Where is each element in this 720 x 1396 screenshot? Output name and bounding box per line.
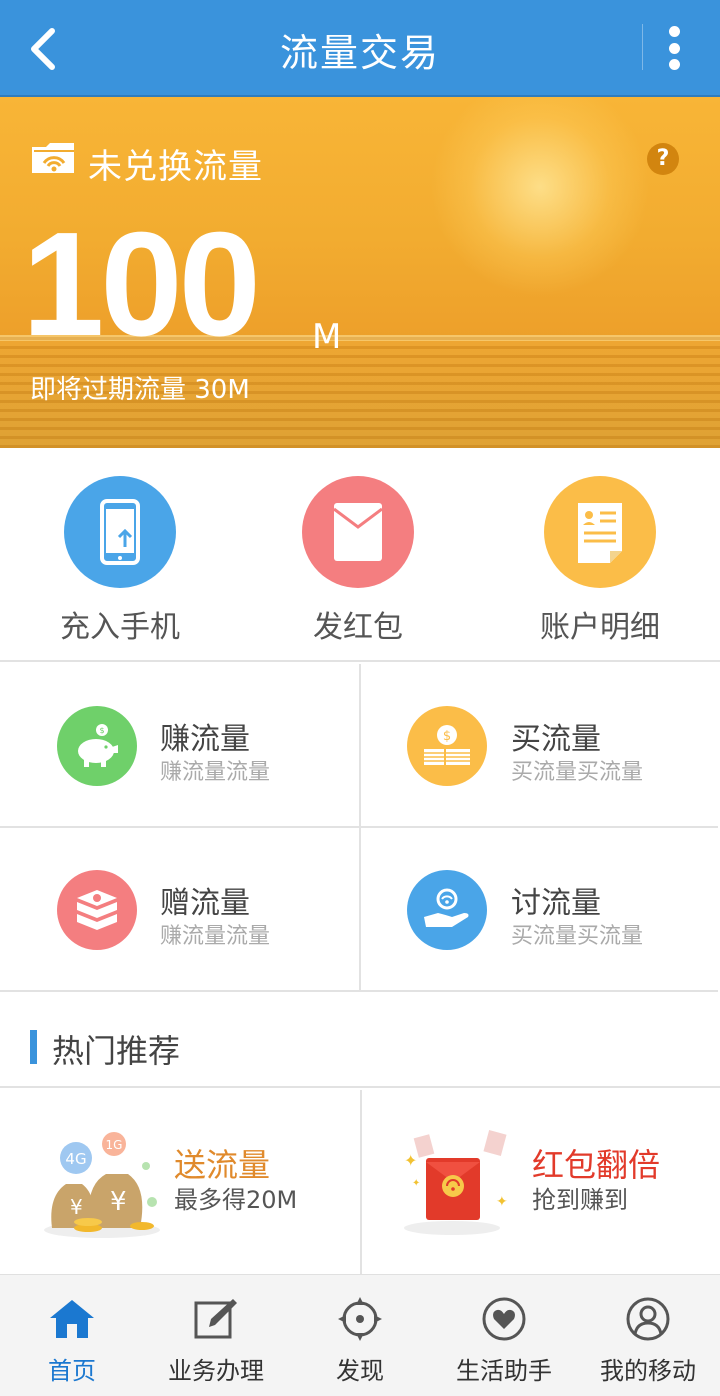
- svg-text:✦: ✦: [412, 1178, 420, 1189]
- send-red-packet-action[interactable]: 发红包: [258, 476, 458, 646]
- help-button[interactable]: ?: [647, 143, 679, 175]
- hot-recommend-header: 热门推荐: [0, 994, 720, 1088]
- piggy-bank-icon: $: [57, 706, 137, 786]
- svg-text:¥: ¥: [110, 1187, 127, 1217]
- heart-icon: [480, 1295, 528, 1343]
- promo-send-flow-subtitle: 最多得20M: [174, 1186, 298, 1214]
- gift-flow-subtitle: 赚流量流量: [160, 924, 271, 949]
- buy-flow-subtitle: 买流量买流量: [511, 760, 644, 785]
- account-details-label: 账户明细: [540, 610, 660, 645]
- badge-1g: 1G: [106, 1138, 123, 1152]
- unredeemed-amount: 100: [22, 202, 261, 367]
- page-title: 流量交易: [279, 31, 440, 75]
- svg-text:✦: ✦: [404, 1151, 417, 1170]
- edit-icon: [192, 1295, 240, 1343]
- tab-business[interactable]: 业务办理: [144, 1275, 288, 1396]
- folder-wifi-icon: [32, 143, 74, 173]
- recharge-phone-action[interactable]: 充入手机: [20, 476, 220, 646]
- red-packet-icon: ✦ ✦ ✦: [404, 1130, 508, 1235]
- tab-discover[interactable]: 发现: [288, 1275, 432, 1396]
- unredeemed-label: 未兑换流量: [88, 147, 263, 187]
- gift-box-icon: [57, 870, 137, 950]
- hot-recommend-title: 热门推荐: [52, 1032, 181, 1070]
- gift-flow-title: 赠流量: [160, 886, 250, 921]
- svg-text:¥: ¥: [70, 1195, 83, 1219]
- top-bar: 流量交易: [0, 0, 720, 97]
- service-grid: $ 赚流量 赚流量流量 $ 买流量 买流量买流量 赠流量 赚流量流量 讨流量 买…: [0, 664, 720, 992]
- promo-send-flow[interactable]: 4G 1G ¥ ¥ 送流量 最多得20M: [0, 1090, 360, 1274]
- tab-life-assistant[interactable]: 生活助手: [432, 1275, 576, 1396]
- buy-flow-title: 买流量: [511, 722, 601, 757]
- compass-icon: [336, 1295, 384, 1343]
- tab-my-mobile[interactable]: 我的移动: [576, 1275, 720, 1396]
- tab-discover-label: 发现: [336, 1357, 384, 1385]
- tab-business-label: 业务办理: [168, 1357, 264, 1385]
- gift-flow-cell[interactable]: 赠流量 赚流量流量: [0, 828, 359, 992]
- home-icon: [48, 1295, 96, 1343]
- more-menu-button[interactable]: [652, 22, 696, 74]
- request-flow-subtitle: 买流量买流量: [511, 924, 644, 949]
- document-icon: [544, 476, 656, 588]
- send-red-packet-label: 发红包: [313, 610, 403, 645]
- recharge-phone-label: 充入手机: [60, 610, 180, 645]
- earn-flow-cell[interactable]: $ 赚流量 赚流量流量: [0, 664, 359, 828]
- svg-text:$: $: [99, 726, 104, 735]
- svg-text:✦: ✦: [496, 1194, 508, 1210]
- earn-flow-subtitle: 赚流量流量: [160, 760, 271, 785]
- svg-text:$: $: [443, 729, 451, 744]
- request-flow-cell[interactable]: 讨流量 买流量买流量: [359, 828, 718, 992]
- promo-red-packet-subtitle: 抢到赚到: [532, 1186, 628, 1214]
- header-divider: [642, 24, 643, 70]
- money-bags-icon: 4G 1G ¥ ¥: [44, 1132, 160, 1238]
- buy-flow-cell[interactable]: $ 买流量 买流量买流量: [359, 664, 718, 828]
- quick-actions: 充入手机 发红包 账户明细: [0, 448, 720, 662]
- tab-life-assistant-label: 生活助手: [456, 1357, 552, 1385]
- money-stack-icon: $: [407, 706, 487, 786]
- expiring-flow-text: 即将过期流量 30M: [30, 375, 250, 405]
- section-marker: [30, 1030, 37, 1064]
- earn-flow-title: 赚流量: [160, 722, 250, 757]
- request-flow-title: 讨流量: [511, 886, 601, 921]
- tab-home-label: 首页: [48, 1357, 96, 1385]
- phone-upload-icon: [64, 476, 176, 588]
- banner-sun: [430, 97, 650, 297]
- flow-banner: 未兑换流量 ? 100 M 即将过期流量 30M: [0, 97, 720, 448]
- envelope-icon: [302, 476, 414, 588]
- hand-wifi-icon: [407, 870, 487, 950]
- account-details-action[interactable]: 账户明细: [500, 476, 700, 646]
- more-dots-icon: [668, 26, 680, 37]
- badge-4g: 4G: [65, 1150, 86, 1168]
- tab-home[interactable]: 首页: [0, 1275, 144, 1396]
- bottom-tab-bar: 首页 业务办理 发现 生活助手 我的移动: [0, 1274, 720, 1396]
- amount-unit: M: [312, 317, 342, 357]
- promo-red-packet[interactable]: ✦ ✦ ✦ 红包翻倍 抢到赚到: [360, 1090, 720, 1274]
- user-icon: [624, 1295, 672, 1343]
- tab-my-mobile-label: 我的移动: [600, 1357, 696, 1385]
